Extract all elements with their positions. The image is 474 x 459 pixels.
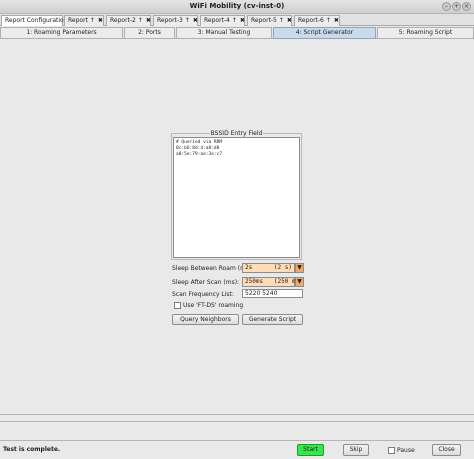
sleep-scan-combo[interactable]: 250ms (250 ms)	[242, 277, 303, 287]
tab-label: 3: Manual Testing	[197, 29, 251, 36]
start-button[interactable]: Start	[297, 444, 324, 456]
skip-button[interactable]: Skip	[343, 444, 369, 456]
tab-label: 1: Roaming Parameters	[26, 29, 97, 36]
sleep-roam-combo[interactable]: 2s (2 s)	[242, 263, 295, 273]
close-tab-icon[interactable]: ✖	[287, 17, 292, 24]
tab-label: 4: Script Generator	[295, 29, 354, 36]
close-button[interactable]: Close	[432, 444, 461, 456]
sleep-scan-label: Sleep After Scan (ms):	[172, 279, 240, 286]
query-neighbors-button[interactable]: Query Neighbors	[172, 314, 239, 325]
maximize-icon[interactable]: +	[452, 2, 461, 11]
ft-ds-checkbox[interactable]	[174, 302, 181, 309]
tab-report-2[interactable]: Report-2 ↑ ✖	[106, 15, 151, 26]
status-text: Test is complete.	[3, 446, 61, 453]
tab-label: Report Configuration	[5, 17, 68, 24]
tab-report[interactable]: Report ↑ ✖	[64, 15, 104, 26]
divider	[0, 421, 474, 422]
chevron-down-icon[interactable]: ▼	[295, 263, 304, 273]
close-tab-icon[interactable]: ✖	[240, 17, 245, 24]
minimize-icon[interactable]: –	[442, 2, 451, 11]
bssid-entry-textarea[interactable]: # Queried via RRM 0c:b6:8d:4:a8:d8 a8:5e…	[173, 137, 300, 258]
tab-label: Report-3	[157, 17, 183, 24]
pause-label: Pause	[397, 447, 415, 454]
tab-report-configuration[interactable]: Report Configuration	[1, 15, 68, 26]
tab-report-5[interactable]: Report-5 ↑ ✖	[247, 15, 292, 26]
generate-script-button[interactable]: Generate Script	[242, 314, 303, 325]
tab-ports[interactable]: 2: Ports	[124, 27, 175, 39]
close-tab-icon[interactable]: ✖	[98, 17, 103, 24]
ft-ds-label: Use 'FT-DS' roaming	[183, 302, 244, 309]
tab-label: Report-6	[298, 17, 324, 24]
close-icon[interactable]: ×	[462, 2, 471, 11]
bssid-group-title: BSSID Entry Field	[209, 130, 264, 137]
scan-frequency-input[interactable]: 5220 5240	[242, 289, 303, 298]
tab-roaming-parameters[interactable]: 1: Roaming Parameters	[0, 27, 123, 39]
tab-label: Report-2	[110, 17, 136, 24]
title-bar: WiFi Mobility (cv-inst-0) – + ×	[0, 0, 474, 14]
tab-label: 2: Ports	[138, 29, 161, 36]
window-title: WiFi Mobility (cv-inst-0)	[189, 2, 285, 10]
tab-manual-testing[interactable]: 3: Manual Testing	[176, 27, 272, 39]
chevron-down-icon[interactable]: ▼	[295, 277, 304, 287]
tab-label: 5: Roaming Script	[398, 29, 453, 36]
tab-label: Report	[68, 17, 88, 24]
tab-script-generator[interactable]: 4: Script Generator	[273, 27, 376, 39]
report-tab-bar: Report Configuration Report ↑ ✖ Report-2 …	[0, 14, 474, 26]
close-tab-icon[interactable]: ✖	[334, 17, 339, 24]
tab-roaming-script[interactable]: 5: Roaming Script	[377, 27, 474, 39]
scan-frequency-label: Scan Frequency List:	[172, 291, 234, 298]
tab-report-3[interactable]: Report-3 ↑ ✖	[153, 15, 198, 26]
pause-checkbox[interactable]	[388, 447, 395, 454]
divider	[0, 414, 474, 415]
tab-report-6[interactable]: Report-6 ↑ ✖	[294, 15, 340, 26]
close-tab-icon[interactable]: ✖	[146, 17, 151, 24]
tab-label: Report-5	[251, 17, 277, 24]
tab-report-4[interactable]: Report-4 ↑ ✖	[200, 15, 245, 26]
tab-label: Report-4	[204, 17, 230, 24]
close-tab-icon[interactable]: ✖	[193, 17, 198, 24]
sub-tab-bar: 1: Roaming Parameters 2: Ports 3: Manual…	[0, 27, 474, 39]
divider	[0, 440, 474, 441]
